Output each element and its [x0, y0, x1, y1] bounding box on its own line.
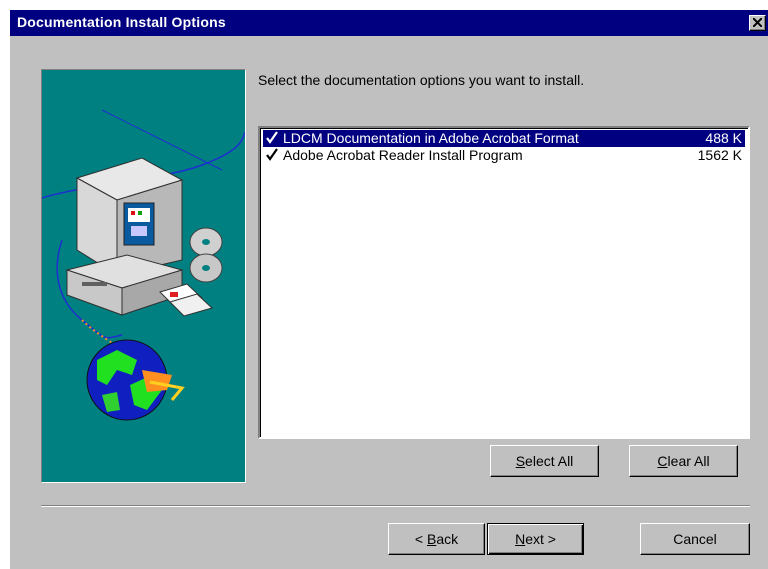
instruction-text: Select the documentation options you wan… [258, 72, 585, 88]
button-prefix: < [414, 531, 427, 547]
button-label: lear All [667, 453, 710, 469]
next-button[interactable]: Next > [487, 523, 584, 555]
computer-globe-illustration [42, 109, 245, 421]
mnemonic: C [657, 453, 668, 469]
cd-icon [189, 227, 223, 283]
select-all-button[interactable]: Select All [490, 445, 599, 477]
globe-icon [86, 339, 185, 421]
window-title: Documentation Install Options [17, 14, 226, 30]
checkmark-icon [266, 147, 278, 165]
clear-all-button[interactable]: Clear All [629, 445, 738, 477]
list-item[interactable]: LDCM Documentation in Adobe Acrobat Form… [263, 130, 745, 147]
button-label: ack [436, 531, 459, 547]
button-label: elect All [525, 453, 574, 469]
button-label: ext > [525, 531, 556, 547]
checkmark-icon [266, 130, 278, 148]
title-bar[interactable]: Documentation Install Options [10, 10, 768, 36]
mnemonic: B [426, 531, 437, 547]
documentation-options-list[interactable]: LDCM Documentation in Adobe Acrobat Form… [258, 126, 750, 439]
cancel-button[interactable]: Cancel [640, 523, 750, 555]
list-item[interactable]: Adobe Acrobat Reader Install Program 156… [263, 147, 745, 164]
mnemonic: S [515, 453, 526, 469]
close-icon [753, 18, 762, 27]
close-button[interactable] [749, 15, 766, 31]
mnemonic: N [515, 531, 526, 547]
option-label: Adobe Acrobat Reader Install Program [283, 147, 523, 163]
option-label: LDCM Documentation in Adobe Acrobat Form… [283, 130, 579, 146]
option-size: 488 K [705, 130, 742, 146]
installer-dialog: Documentation Install Options Select the… [10, 10, 768, 569]
back-button[interactable]: < Back [388, 523, 485, 555]
installer-illustration [41, 69, 246, 483]
option-size: 1562 K [697, 147, 742, 163]
separator [41, 505, 750, 507]
